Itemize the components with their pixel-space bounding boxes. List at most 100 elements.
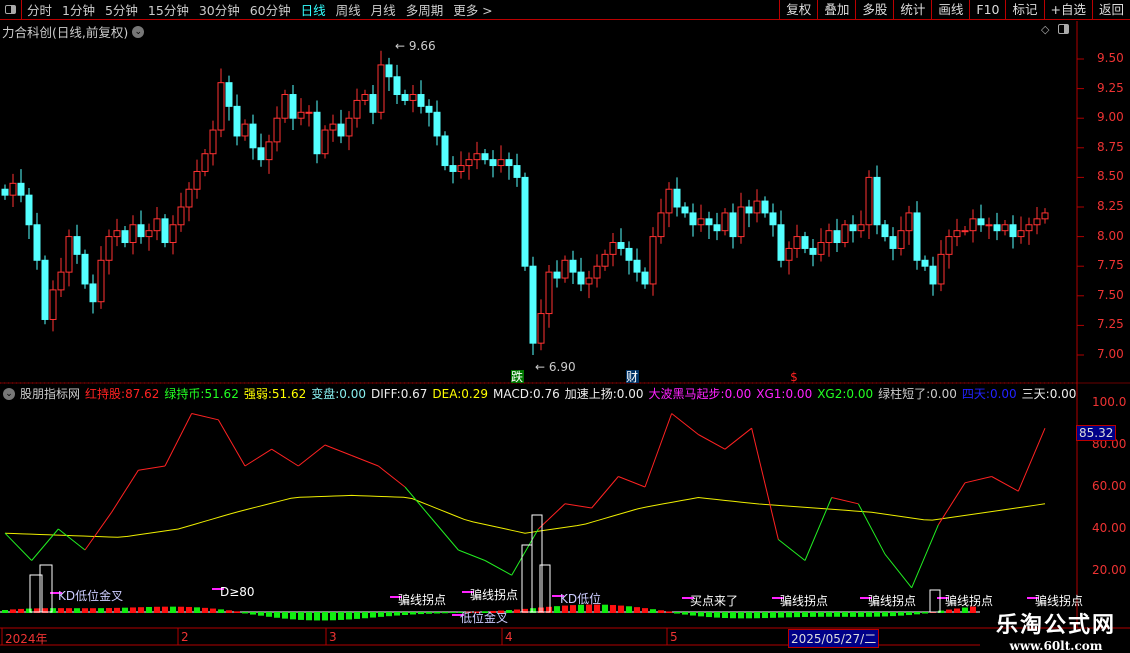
candle [689,203,697,237]
candle [529,256,537,355]
macd-bar [90,608,96,613]
red-hold-line [84,511,113,551]
indicator-number: 0.00 [1049,387,1077,401]
candle [513,153,521,187]
candle [169,215,177,255]
candle [817,228,825,262]
candle [753,189,761,223]
candle [73,224,81,264]
price-tick: 7.00 [1097,347,1124,361]
candle [1,184,9,200]
candle [353,88,361,128]
macd-bar [122,607,128,613]
green-hold-line [511,528,539,576]
candle [65,229,73,287]
macd-bar [634,607,640,613]
macd-bar [618,605,624,613]
candle [417,80,425,114]
candle [881,220,889,242]
candle [521,172,529,271]
price-tick: 7.50 [1097,287,1124,302]
indicator-value: 四天:0.00 [962,385,1017,402]
candle [697,204,705,232]
candle [49,280,57,332]
indicator-number: 0.00 [724,387,752,401]
candle [769,203,777,237]
candle [177,192,185,232]
indicator-value: 强弱:51.62 [244,385,306,402]
candle [489,150,497,178]
macd-bar [306,612,312,621]
signal-label: KD低位 [560,591,601,606]
candle [1033,207,1041,235]
candle [257,133,265,167]
signal-sig3: $ [790,370,798,384]
candle [921,255,929,271]
candle [1041,208,1049,224]
indicator-key: 绿柱短了: [878,387,931,401]
macd-bar [170,606,176,613]
kline-chart[interactable]: ← 9.66 ← 6.90 跌 财 $ KD低位金叉 D≥80 骗线拐点 骗线拐点 KD低位低位金… [0,0,1130,650]
indicator-value: 绿持币:51.62 [164,385,238,402]
candle [785,241,793,275]
macd-bar [562,605,568,613]
indicator-number: 51.62 [204,387,239,401]
candle [1017,216,1025,244]
candle [457,151,465,179]
price-tick: 8.75 [1097,139,1124,154]
watermark-name: 乐淘公式网 [995,612,1116,638]
macd-bar [706,612,712,618]
candle [137,210,145,244]
candle [337,109,345,144]
macd-bar [330,612,336,621]
indicator-key: 强弱: [243,387,272,401]
low-price-label: ← 6.90 [535,360,576,374]
candle [289,85,297,131]
candle [953,218,961,247]
macd-bar [698,612,704,617]
macd-bar [210,608,216,613]
indicator-name[interactable]: 股朋指标网 [20,385,80,402]
candle [537,299,545,351]
red-hold-line [191,413,219,421]
red-hold-line [671,413,699,435]
macd-bar [218,609,224,613]
candle [313,100,321,164]
macd-bar [242,612,248,614]
candle [185,182,193,222]
red-hold-line [698,434,726,450]
candle [849,215,857,243]
candle [665,182,673,228]
chevron-down-icon[interactable]: ⌄ [3,387,15,400]
macd-bar [754,612,760,619]
macd-bar [346,612,352,620]
candle [33,212,41,270]
red-hold-line [324,444,352,456]
macd-bar [58,608,64,613]
indicator-number: 0.00 [785,386,813,401]
candle [993,212,1001,241]
red-hold-line [1017,428,1046,492]
indicator-key: DIFF: [371,386,401,401]
macd-bar [730,612,736,619]
macd-bar [666,611,672,613]
green-hold-line [804,497,833,561]
candle [641,267,649,289]
signal-label: D≥80 [220,585,255,599]
price-tick: 8.25 [1097,199,1124,213]
candle [121,225,129,248]
candle [449,156,457,184]
macd-bar [434,612,440,614]
candle [873,165,881,235]
indicator-key: 红持股: [85,387,126,401]
macd-bar [106,608,112,613]
volume-box [929,589,941,613]
green-hold-line [31,528,59,561]
indicator-tick: 100.0 [1092,395,1127,409]
red-hold-line [964,476,992,484]
macd-bar [194,607,200,613]
date-tick: 5 [670,630,678,644]
candle [297,98,305,126]
green-hold-line [911,524,939,588]
macd-bar [234,611,240,613]
